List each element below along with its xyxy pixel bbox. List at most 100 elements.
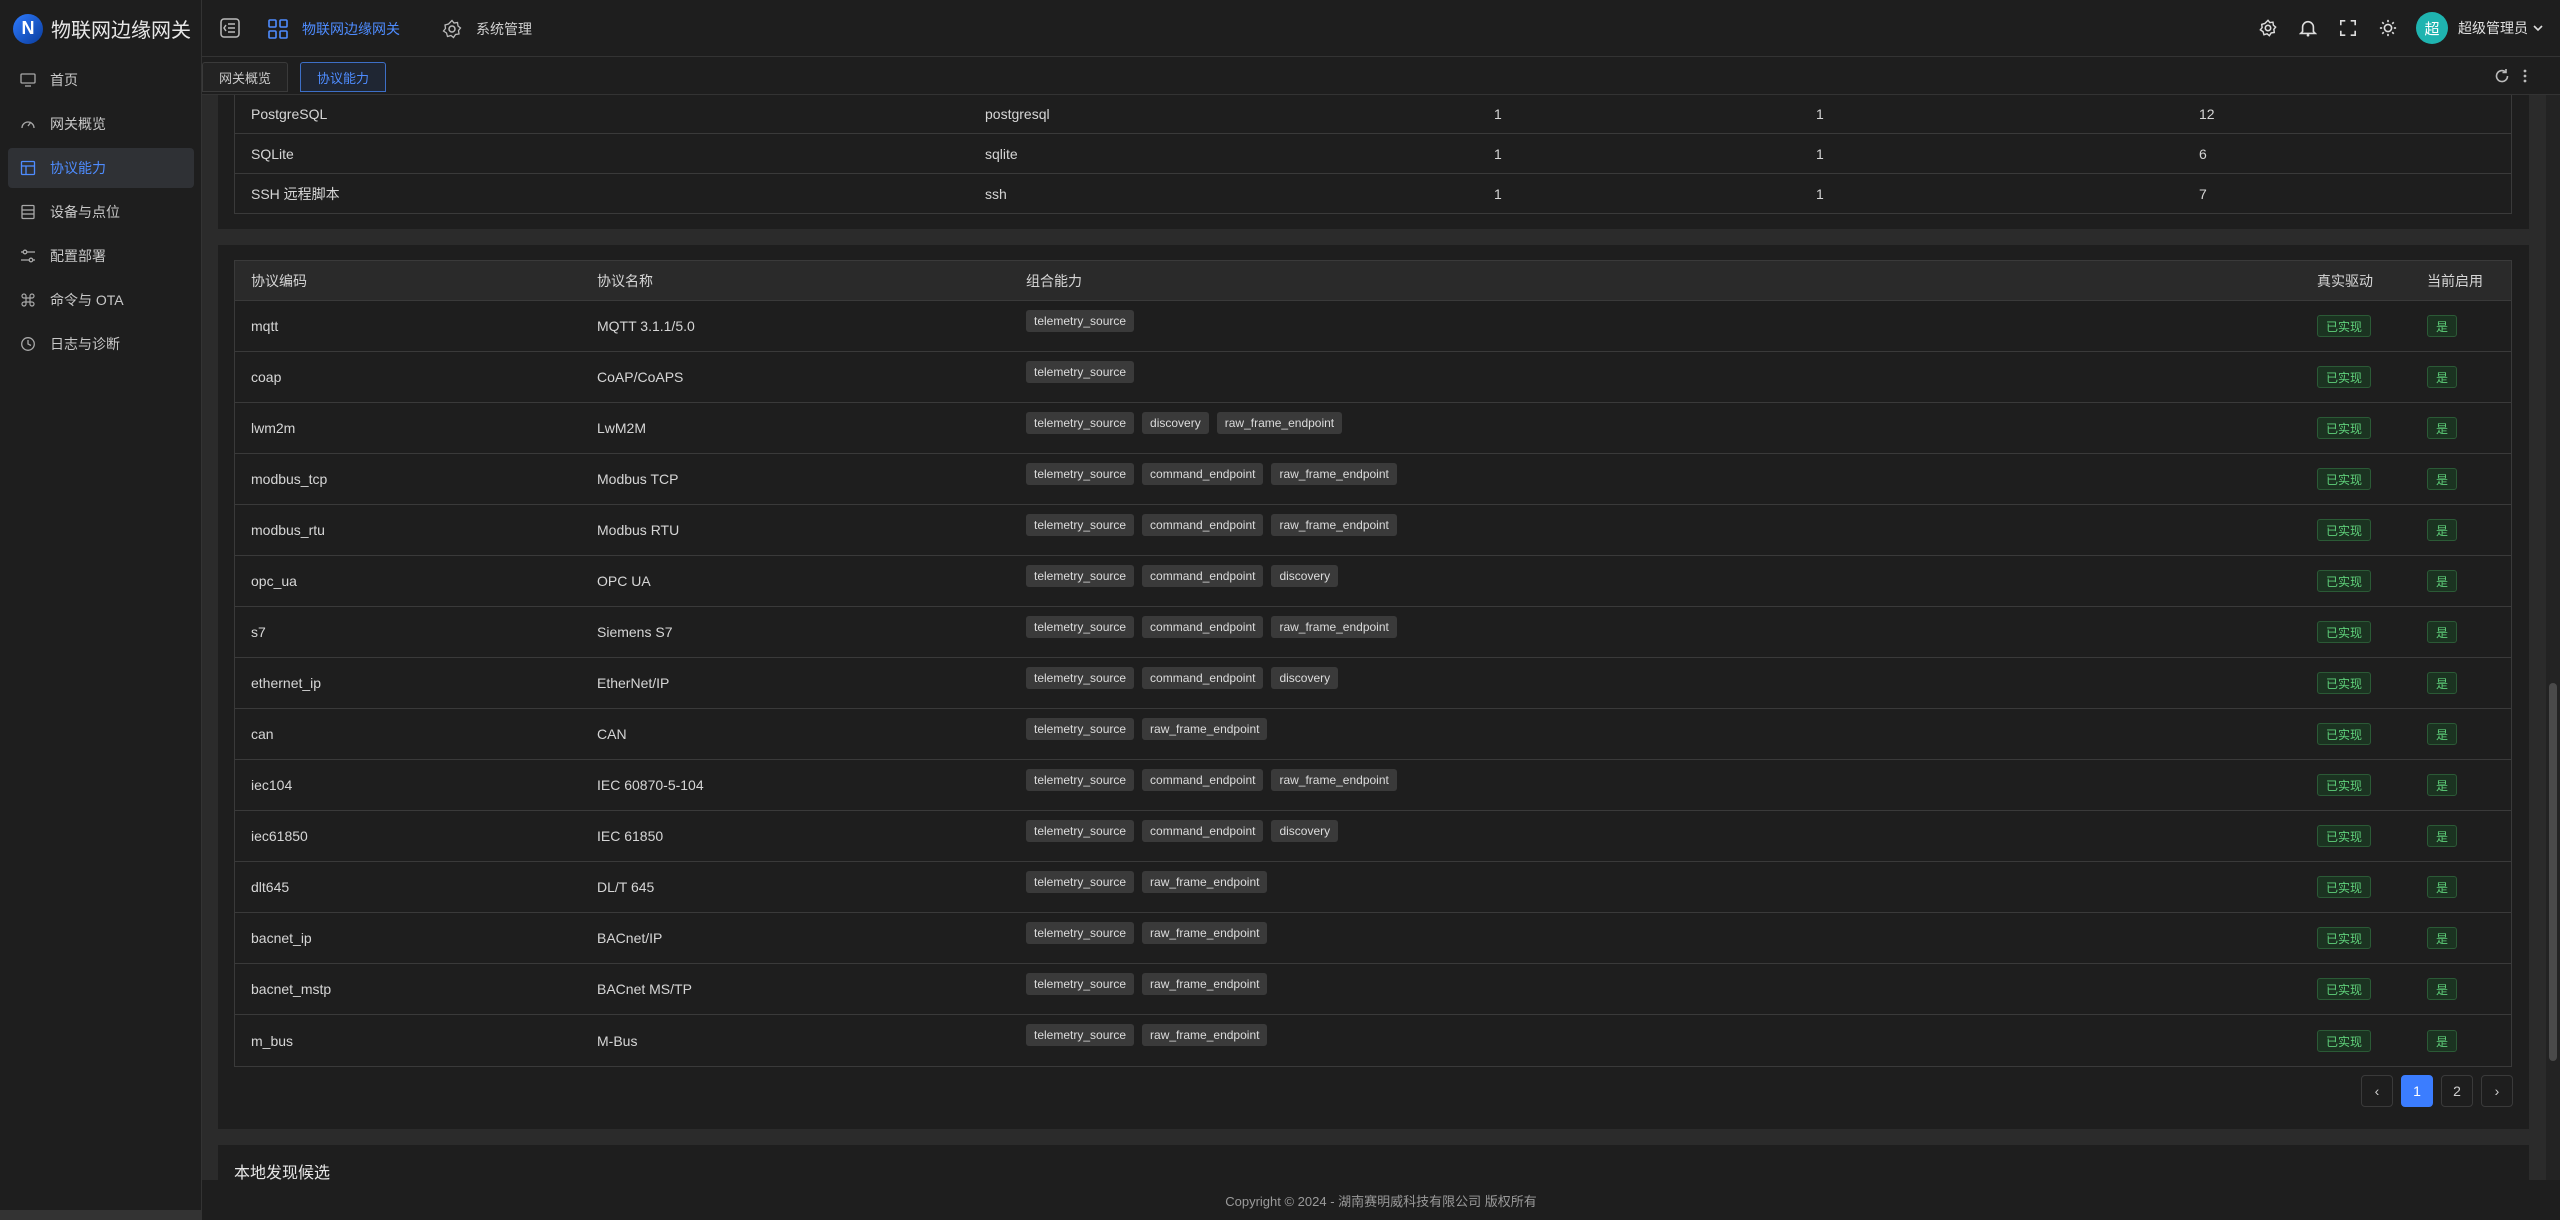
cell-enabled: 是 [2427,811,2458,861]
top-menu-label: 系统管理 [476,20,532,37]
capability-tag: telemetry_source [1026,412,1135,434]
cell-code: ssh [985,186,1007,202]
cell-caps: telemetry_source raw_frame_endpoint [1026,862,1275,912]
discovery-card: 本地发现候选 [218,1145,2529,1180]
sliders-icon [20,248,36,264]
cell-caps: telemetry_source [1026,301,1142,351]
status-badge: 是 [2427,825,2458,847]
page-button-1[interactable]: 1 [2401,1075,2433,1107]
table-row: ethernet_ip EtherNet/IP telemetry_source co… [235,658,2511,709]
cell-code: opc_ua [251,573,297,589]
cell-real: 已实现 [2317,505,2372,555]
user-menu[interactable]: 超 超级管理员 [2416,11,2544,45]
cell-code: coap [251,369,282,385]
table-row: PostgreSQL postgresql 1 1 12 [235,95,2511,134]
cell-caps: telemetry_source command_endpoint raw_fram… [1026,505,1405,555]
table-row: dlt645 DL/T 645 telemetry_source raw_frame_… [235,862,2511,913]
tab-gateway-overview[interactable]: 网关概览 [202,62,289,92]
status-badge: 是 [2427,417,2458,439]
sidebar-menu: 首页 网关概览 协议能力 设备与点位 配置部署命令与 OTA 日志与诊断 [8,60,194,368]
cell-code: dlt645 [251,879,290,895]
cell-enabled: 是 [2427,352,2458,402]
status-badge: 是 [2427,1029,2458,1052]
status-badge: 是 [2427,468,2458,490]
table-row: bacnet_mstp BACnet MS/TP telemetry_source r… [235,964,2511,1015]
tab-label: 网关概览 [219,70,272,86]
settings-icon[interactable] [2258,18,2278,38]
cell-name: EtherNet/IP [597,675,670,691]
cell-enabled: 是 [2427,607,2458,657]
status-badge: 已实现 [2317,927,2372,949]
cell-name: CAN [597,726,627,742]
capability-tag: command_endpoint [1142,616,1264,638]
table-row: m_bus M-Bus telemetry_source raw_frame_endp… [235,1015,2511,1066]
prev-page-button[interactable]: ‹ [2361,1075,2393,1107]
status-badge: 已实现 [2317,366,2372,388]
cell-caps: telemetry_source command_endpoint raw_fram… [1026,607,1405,657]
top-menu-item-system[interactable]: 系统管理 [442,0,532,57]
gear-icon [442,19,462,38]
top-menu-label: 物联网边缘网关 [302,20,400,37]
capability-tag: telemetry_source [1026,973,1135,995]
cell-enabled: 是 [2427,862,2458,912]
capability-tag: raw_frame_endpoint [1142,718,1268,740]
sidebar-item-5[interactable]: 命令与 OTA [8,280,194,320]
cell-code: bacnet_mstp [251,981,332,997]
table-row: iec104 IEC 60870-5-104 telemetry_source com… [235,760,2511,811]
page-button-2[interactable]: 2 [2441,1075,2473,1107]
status-badge: 已实现 [2317,519,2372,541]
theme-sun-icon[interactable] [2378,18,2398,38]
logo-icon: N [13,13,43,44]
cell-name: BACnet MS/TP [597,981,692,997]
status-badge: 已实现 [2317,672,2372,694]
status-badge: 是 [2427,570,2458,592]
status-badge: 已实现 [2317,825,2372,847]
cell-c1: 1 [1494,186,1502,202]
sidebar-item-3[interactable]: 设备与点位 [8,192,194,232]
app-logo[interactable]: N 物联网边缘网关 [0,0,202,57]
sidebar-item-label: 命令与 OTA [50,292,124,308]
top-menu-item-gateway[interactable]: 物联网边缘网关 [268,0,400,57]
sidebar-item-2[interactable]: 协议能力 [8,148,194,188]
status-badge: 已实现 [2317,774,2372,796]
cell-real: 已实现 [2317,301,2372,351]
table-row: can CAN telemetry_source raw_frame_endpoint… [235,709,2511,760]
fullscreen-icon[interactable] [2338,18,2358,38]
cell-name: Siemens S7 [597,624,673,640]
cell-name: OPC UA [597,573,651,589]
tab-bar: 网关概览 协议能力 [202,57,2560,95]
discovery-title: 本地发现候选 [234,1165,331,1180]
cell-real: 已实现 [2317,709,2372,759]
scrollbar-thumb[interactable] [2549,683,2557,1061]
db-driver-card: PostgreSQL postgresql 1 1 12 SQLite sqlite 1 1 6 S… [218,95,2529,229]
status-badge: 已实现 [2317,1029,2372,1052]
table-row: coap CoAP/CoAPS telemetry_source 已实现 是 [235,352,2511,403]
capability-tag: raw_frame_endpoint [1271,463,1397,485]
next-page-button[interactable]: › [2481,1075,2513,1107]
cell-code: bacnet_ip [251,930,312,946]
capability-tag: telemetry_source [1026,565,1135,587]
refresh-icon[interactable] [2494,68,2510,89]
bell-icon[interactable] [2298,18,2318,38]
sidebar-item-0[interactable]: 首页 [8,60,194,100]
protocol-table: 协议编码 协议名称 组合能力 真实驱动 当前启用 mqtt MQTT 3.1.1/… [234,260,2512,1067]
sidebar: N 物联网边缘网关 首页 网关概览 协议能力 设备与点位 配置部署命令与 OTA 日志与诊… [0,0,202,1220]
sidebar-footer [0,1210,202,1220]
scrollbar[interactable] [2546,95,2560,1180]
table-row: SQLite sqlite 1 1 6 [235,134,2511,174]
header-name: 协议名称 [597,272,653,289]
tab-protocol-capability[interactable]: 协议能力 [300,62,387,92]
capability-tag: telemetry_source [1026,667,1135,689]
cell-enabled: 是 [2427,913,2458,963]
cell-caps: telemetry_source [1026,352,1142,402]
sidebar-item-1[interactable]: 网关概览 [8,104,194,144]
table-row: modbus_tcp Modbus TCP telemetry_source comm… [235,454,2511,505]
capability-tag: discovery [1271,820,1339,842]
sidebar-item-6[interactable]: 日志与诊断 [8,324,194,364]
cell-code: ethernet_ip [251,675,322,691]
sidebar-item-4[interactable]: 配置部署 [8,236,194,276]
more-vertical-icon[interactable] [2522,67,2528,90]
status-badge: 是 [2427,774,2458,796]
collapse-menu-icon[interactable] [220,18,240,38]
cell-c2: 1 [1816,186,1824,202]
